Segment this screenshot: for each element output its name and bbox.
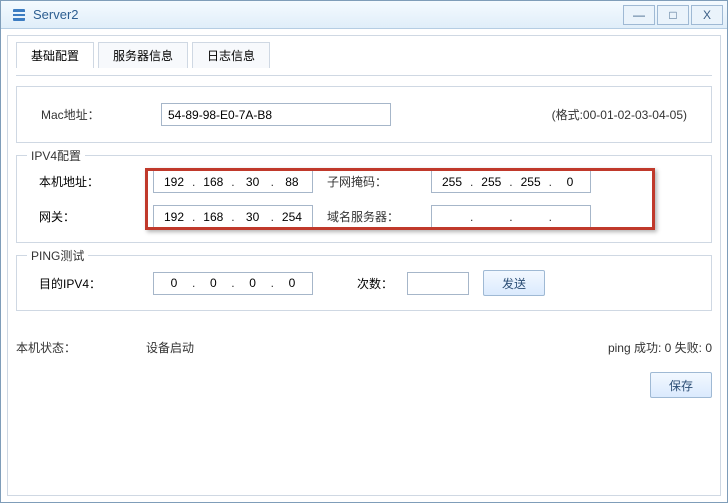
window-title: Server2: [33, 7, 621, 22]
local-status-label: 本机状态：: [16, 339, 146, 356]
ping-target-input[interactable]: . . .: [153, 272, 313, 295]
dns-input[interactable]: . . .: [431, 205, 591, 228]
status-row: 本机状态： 设备启动 ping 成功: 0 失败: 0: [16, 339, 712, 356]
dns-octet-1[interactable]: [439, 209, 465, 225]
mac-input[interactable]: [161, 103, 391, 126]
tab-log-info[interactable]: 日志信息: [192, 42, 270, 68]
app-icon: [11, 7, 27, 23]
maximize-button[interactable]: □: [657, 5, 689, 25]
dns-octet-2[interactable]: [478, 209, 504, 225]
mask-octet-3[interactable]: [518, 174, 544, 190]
titlebar: Server2 — □ X: [1, 1, 727, 29]
gw-octet-1[interactable]: [161, 209, 187, 225]
ping-count-label: 次数：: [357, 275, 393, 292]
ping-octet-4[interactable]: [279, 275, 305, 291]
gw-octet-3[interactable]: [240, 209, 266, 225]
mac-panel: Mac地址： (格式:00-01-02-03-04-05): [16, 86, 712, 143]
ping-result-value: ping 成功: 0 失败: 0: [608, 339, 712, 356]
gw-octet-2[interactable]: [200, 209, 226, 225]
ping-group: PING测试 目的IPV4： . . . 次数： 发送: [16, 255, 712, 311]
ping-target-label: 目的IPV4：: [39, 275, 139, 292]
ping-send-button[interactable]: 发送: [483, 270, 545, 296]
tab-basic-config[interactable]: 基础配置: [16, 42, 94, 68]
ipv4-group: IPV4配置 本机地址： . . . 子网掩码： . . .: [16, 155, 712, 243]
local-ip-octet-2[interactable]: [200, 174, 226, 190]
dns-octet-3[interactable]: [518, 209, 544, 225]
local-ip-octet-1[interactable]: [161, 174, 187, 190]
ping-octet-1[interactable]: [161, 275, 187, 291]
ping-octet-2[interactable]: [200, 275, 226, 291]
content-panel: 基础配置 服务器信息 日志信息 Mac地址： (格式:00-01-02-03-0…: [7, 35, 721, 496]
mac-format-hint: (格式:00-01-02-03-04-05): [552, 106, 687, 123]
subnet-mask-input[interactable]: . . .: [431, 170, 591, 193]
gateway-label: 网关：: [39, 208, 139, 225]
tab-bar: 基础配置 服务器信息 日志信息: [16, 42, 712, 68]
ipv4-legend: IPV4配置: [27, 147, 85, 164]
client-area: 基础配置 服务器信息 日志信息 Mac地址： (格式:00-01-02-03-0…: [1, 29, 727, 502]
dns-octet-4[interactable]: [557, 209, 583, 225]
mask-octet-4[interactable]: [557, 174, 583, 190]
subnet-mask-label: 子网掩码：: [327, 173, 407, 190]
gw-octet-4[interactable]: [279, 209, 305, 225]
ping-octet-3[interactable]: [240, 275, 266, 291]
ping-count-input[interactable]: [407, 272, 469, 295]
close-button[interactable]: X: [691, 5, 723, 25]
maximize-icon: □: [669, 8, 676, 22]
local-status-value: 设备启动: [146, 339, 608, 356]
local-ip-octet-3[interactable]: [240, 174, 266, 190]
dns-label: 域名服务器：: [327, 208, 407, 225]
mask-octet-1[interactable]: [439, 174, 465, 190]
window: Server2 — □ X 基础配置 服务器信息 日志信息 Mac地址： (格式…: [0, 0, 728, 503]
ping-legend: PING测试: [27, 247, 88, 264]
local-ip-octet-4[interactable]: [279, 174, 305, 190]
local-ip-label: 本机地址：: [39, 173, 139, 190]
gateway-input[interactable]: . . .: [153, 205, 313, 228]
save-button[interactable]: 保存: [650, 372, 712, 398]
mask-octet-2[interactable]: [478, 174, 504, 190]
minimize-icon: —: [633, 8, 645, 22]
close-icon: X: [703, 8, 711, 22]
tab-server-info[interactable]: 服务器信息: [98, 42, 188, 68]
mac-label: Mac地址：: [41, 106, 161, 123]
local-ip-input[interactable]: . . .: [153, 170, 313, 193]
minimize-button[interactable]: —: [623, 5, 655, 25]
